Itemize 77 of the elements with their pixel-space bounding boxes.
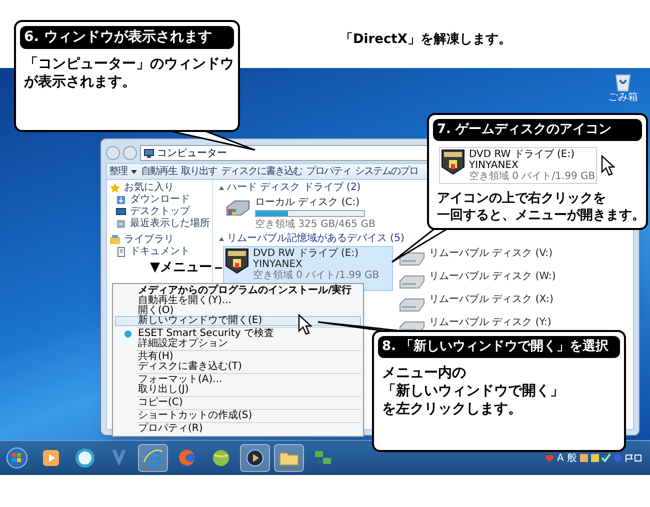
drive-name: リムーバブル ディスク (X:) (429, 294, 554, 305)
document-icon (116, 247, 126, 257)
group-heading: リムーバブル記憶域があるデバイス (5) (227, 233, 404, 245)
drive-label: YINYANEX (253, 259, 304, 270)
drive-label: YINYANEX (469, 160, 520, 170)
callout-text: アイコンの上で右クリックを 一回すると、メニューが開きます。 (436, 190, 642, 224)
drive-icon (399, 252, 425, 266)
drive-tile[interactable]: リムーバブル ディスク (X:) (397, 292, 633, 314)
collapse-arrow-icon[interactable] (219, 186, 224, 190)
drive-icon (399, 275, 425, 289)
drive-name: リムーバブル ディスク (Y:) (429, 317, 552, 328)
ball-icon (210, 447, 232, 469)
globe-icon (176, 447, 198, 469)
tray-icons-drawing[interactable] (580, 453, 642, 463)
nav-item[interactable]: ライブラリ (110, 234, 212, 246)
drive-tile[interactable]: ローカル ディスク (C:) 空き領域 325 GB/465 GB (223, 195, 393, 232)
drive-name: リムーバブル ディスク (V:) (429, 248, 553, 259)
menu-item[interactable]: 新しいウィンドウで開く(E) (115, 316, 361, 326)
leader-line (215, 267, 222, 269)
drive-name: リムーバブル ディスク (W:) (429, 271, 556, 282)
computer-icon (144, 148, 154, 158)
menu-item[interactable]: 開く(O) (115, 306, 361, 316)
toolbar-button[interactable]: 取り出す (181, 166, 217, 177)
drive-name: DVD RW ドライブ (E:) (253, 248, 360, 259)
media-center-icon (244, 447, 266, 469)
star-icon (110, 183, 120, 193)
callout-title: 7. ゲームディスクのアイコン (433, 119, 642, 140)
cursor-icon (601, 154, 616, 176)
nav-item[interactable]: 最近表示した場所 (110, 218, 212, 230)
collapse-arrow-icon[interactable] (219, 236, 224, 242)
trash-bin-icon[interactable] (615, 72, 631, 92)
menu-annotation: ▼メニュー (150, 261, 212, 275)
menu-item[interactable]: ディスクに書き込む(T) (115, 362, 361, 372)
caret-icon (131, 170, 137, 174)
nav-item[interactable]: お気に入り (110, 182, 212, 194)
toolbar-button[interactable]: 整理 (109, 166, 137, 177)
free-space-text: 空き領域 0 バイト/1.99 GB (253, 270, 380, 281)
drive-tile[interactable]: リムーバブル ディスク (W:) (397, 269, 633, 291)
toolbar-button[interactable]: プロパティ (306, 166, 351, 177)
callout-title: 8. 「新しいウィンドウで開く」を選択 (378, 336, 620, 358)
toolbar-button[interactable]: ディスクに書き込む (221, 166, 302, 177)
group-heading: ハード ディスク ドライブ (2) (227, 182, 361, 194)
callout-text: メニュー内の 「新しいウィンドウで開く」 を左クリックします。 (381, 364, 565, 418)
menu-item[interactable]: 自動再生を開く(Y)... (115, 296, 361, 306)
e-logo-icon (142, 447, 164, 469)
free-space-text: 空き領域 0 バイト/1.99 GB (469, 170, 596, 182)
page-heading: 「DirectX」を解凍します。 (340, 32, 512, 47)
monitor-icon (116, 207, 126, 217)
drive-name: ローカル ディスク (C:) (255, 197, 361, 208)
callout-text: 「コンピューター」のウィンドウ が表示されます。 (23, 55, 234, 91)
taskbar-button[interactable] (240, 444, 270, 472)
menu-item[interactable]: 共有(H) (115, 352, 361, 362)
play-icon (40, 447, 62, 469)
menu-item[interactable]: コピー(C) (115, 398, 361, 408)
nav-item[interactable]: ダウンロード (110, 194, 212, 206)
cursor-icon (298, 314, 312, 335)
menu-item[interactable]: ショートカットの作成(S) (115, 411, 361, 421)
menu-item[interactable]: プロパティ(R) (115, 424, 361, 434)
start-orb-icon (6, 447, 28, 469)
menu-item[interactable]: 取り出し(J) (115, 385, 361, 395)
drive-name: DVD RW ドライブ (E:) (469, 148, 576, 160)
desktop-icon-label: ごみ箱 (608, 92, 638, 103)
nav-item[interactable]: ドキュメント (110, 246, 212, 258)
ring-icon (74, 447, 96, 469)
callout-title: 6. ウィンドウが表示されます (20, 26, 234, 49)
drive-tile[interactable]: リムーバブル ディスク (V:) (397, 246, 633, 268)
ime-indicator[interactable]: A 般 (556, 450, 577, 466)
nav-item[interactable]: デスクトップ (110, 206, 212, 218)
menu-item[interactable]: 詳細設定オプション (115, 339, 361, 349)
toolbar-button[interactable]: 自動再生 (141, 166, 177, 177)
menu-item[interactable]: フォーマット(A)... (115, 375, 361, 385)
toolbar-button[interactable]: システムのプロ (355, 166, 418, 177)
library-icon (110, 235, 120, 245)
menu-item[interactable]: ESET Smart Security で検査 (115, 329, 361, 339)
drive-icon (399, 298, 425, 312)
download-folder-icon (116, 195, 126, 205)
free-space-text: 空き領域 325 GB/465 GB (255, 219, 376, 230)
